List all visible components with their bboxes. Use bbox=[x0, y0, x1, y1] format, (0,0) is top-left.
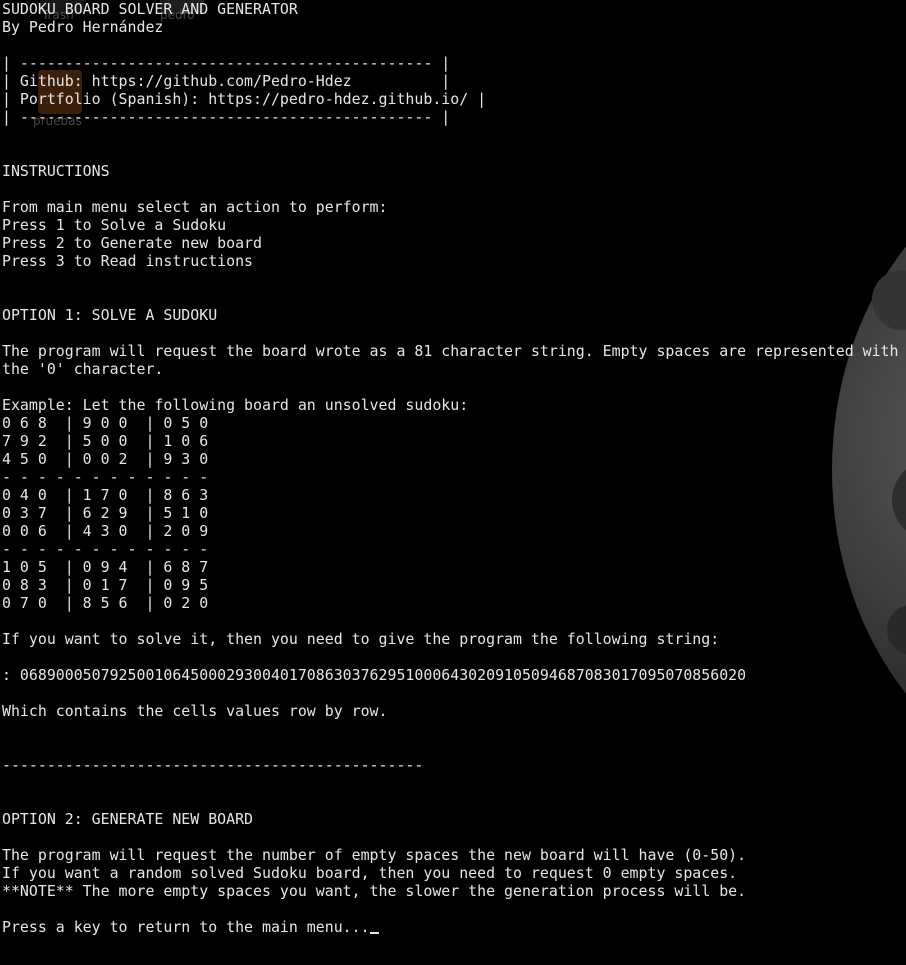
terminal-line: 0 7 0 | 8 5 6 | 0 2 0 bbox=[2, 594, 209, 612]
terminal-line: Press 2 to Generate new board bbox=[2, 234, 262, 252]
terminal-window[interactable]: Trash pedro pruebas SUDOKU BOARD SOLVER … bbox=[0, 0, 906, 965]
terminal-line: If you want to solve it, then you need t… bbox=[2, 630, 720, 648]
terminal-line: - - - - - - - - - - - - bbox=[2, 468, 209, 486]
terminal-line: **NOTE** The more empty spaces you want,… bbox=[2, 882, 747, 900]
terminal-line: 0 6 8 | 9 0 0 | 0 5 0 bbox=[2, 414, 209, 432]
terminal-line: If you want a random solved Sudoku board… bbox=[2, 864, 738, 882]
terminal-line: Which contains the cells values row by r… bbox=[2, 702, 388, 720]
terminal-line: SUDOKU BOARD SOLVER AND GENERATOR bbox=[2, 0, 298, 18]
terminal-line: ----------------------------------------… bbox=[2, 756, 424, 774]
terminal-line: Press 3 to Read instructions bbox=[2, 252, 254, 270]
terminal-line: 4 5 0 | 0 0 2 | 9 3 0 bbox=[2, 450, 209, 468]
terminal-line: The program will request the board wrote… bbox=[2, 342, 899, 360]
terminal-line: 7 9 2 | 5 0 0 | 1 0 6 bbox=[2, 432, 209, 450]
terminal-line: By Pedro Hernández bbox=[2, 18, 164, 36]
terminal-line: INSTRUCTIONS bbox=[2, 162, 110, 180]
terminal-line: 0 8 3 | 0 1 7 | 0 9 5 bbox=[2, 576, 209, 594]
terminal-line: | --------------------------------------… bbox=[2, 54, 451, 72]
terminal-line: - - - - - - - - - - - - bbox=[2, 540, 209, 558]
terminal-line: OPTION 1: SOLVE A SUDOKU bbox=[2, 306, 218, 324]
terminal-line: 0 3 7 | 6 2 9 | 5 1 0 bbox=[2, 504, 209, 522]
terminal-line: 1 0 5 | 0 9 4 | 6 8 7 bbox=[2, 558, 209, 576]
terminal-line: | Github: https://github.com/Pedro-Hdez … bbox=[2, 72, 451, 90]
terminal-line: | --------------------------------------… bbox=[2, 108, 451, 126]
terminal-line: : 06890005079250010645000293004017086303… bbox=[2, 666, 747, 684]
terminal-line: | Portfolio (Spanish): https://pedro-hde… bbox=[2, 90, 487, 108]
terminal-line: 0 4 0 | 1 7 0 | 8 6 3 bbox=[2, 486, 209, 504]
terminal-line: Press 1 to Solve a Sudoku bbox=[2, 216, 227, 234]
terminal-output: SUDOKU BOARD SOLVER AND GENERATOR By Pedr… bbox=[2, 0, 899, 936]
terminal-line: The program will request the number of e… bbox=[2, 846, 747, 864]
terminal-line: Press a key to return to the main menu..… bbox=[2, 918, 899, 936]
text-cursor bbox=[369, 918, 379, 934]
terminal-line: OPTION 2: GENERATE NEW BOARD bbox=[2, 810, 254, 828]
terminal-line: From main menu select an action to perfo… bbox=[2, 198, 388, 216]
terminal-line: 0 0 6 | 4 3 0 | 2 0 9 bbox=[2, 522, 209, 540]
terminal-line: Example: Let the following board an unso… bbox=[2, 396, 469, 414]
terminal-line: the '0' character. bbox=[2, 360, 164, 378]
